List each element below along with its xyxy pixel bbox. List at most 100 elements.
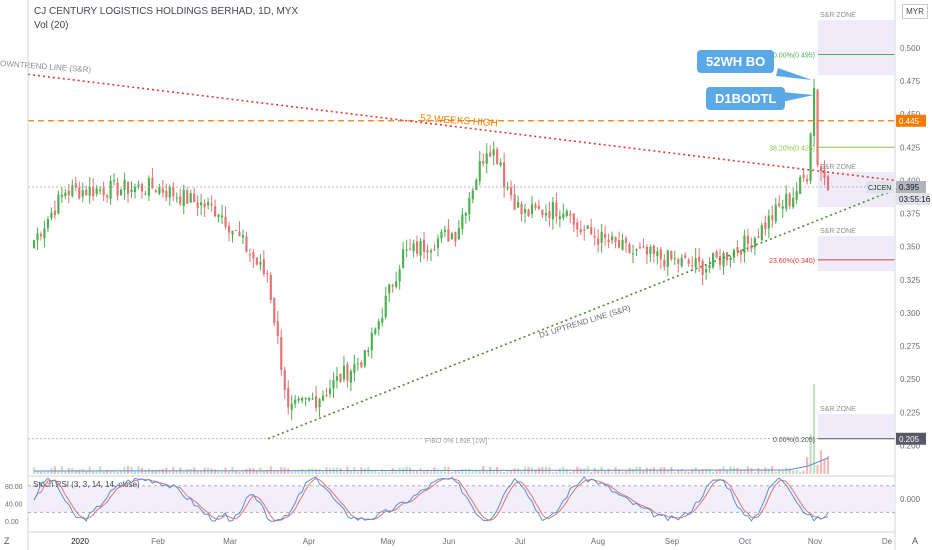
volume-bar [377,471,380,474]
volume-bar [819,450,823,474]
candle-body [78,187,81,199]
candle-body [419,241,422,256]
volume-bar [440,470,443,474]
candle-body [544,213,548,216]
candle-body [318,399,321,408]
volume-bar [391,468,394,474]
downtrend-label: OWNTREND LINE (S&R) [0,59,92,74]
candle-body [670,250,673,260]
volume-bar [506,471,509,474]
volume-bar [133,471,137,474]
candle-body [806,179,809,182]
zoom-toggle-button[interactable]: Z [4,536,10,546]
candle-body [214,206,217,217]
candle-body [165,190,168,198]
candle-body [510,187,513,196]
auto-scale-button[interactable]: A [912,536,918,546]
volume-label: Vol (20) [34,20,69,31]
candle-body [485,153,488,164]
candle-body [471,190,474,200]
candle-body [617,240,621,248]
candle-body [137,184,140,187]
volume-bar [785,467,788,474]
candle-body [109,180,112,199]
candle-body [506,187,509,189]
candle-body [151,178,154,189]
volume-bar [464,469,467,474]
fib-label-3: 0.00%(0.205) [773,437,815,444]
candle-body [447,228,450,242]
candle-body [384,295,387,318]
volume-bar [579,468,582,474]
candle-body [85,189,88,196]
sr-zone-0 [818,20,894,75]
volume-bar [659,467,662,474]
sr-zone-label-2: S&R ZONE [820,228,856,235]
volume-bar [631,468,635,474]
candle-body [523,209,527,214]
stoch-right-tick: 0.000 [900,495,921,504]
candle-body [53,210,56,216]
candle-body [280,337,283,371]
candle-body [395,281,398,287]
uptrend-line [267,188,896,440]
volume-bar [799,471,802,474]
sr-zone-label-3: S&R ZONE [820,406,856,413]
volume-bar [238,471,241,474]
candle-body [252,252,255,259]
candle-body [328,388,332,394]
candle-body [106,195,109,198]
volume-bar [802,470,805,474]
candle-body [677,259,680,264]
candle-body [597,238,600,245]
candle-body [262,259,265,275]
candle-body [412,243,415,252]
volume-bar [604,470,607,474]
volume-bar [318,468,321,474]
volume-bar [816,464,819,474]
volume-bar [621,471,624,474]
price-chart[interactable]: S&R ZONES&R ZONES&R ZONES&R ZONE50.00%(0… [0,0,932,550]
ticker-tag: CJCEN [868,185,891,192]
volume-bar [147,468,151,474]
time-tick-11: De [882,537,893,546]
volume-bar [760,470,763,474]
candle-body [454,231,457,242]
candle-body [635,249,638,251]
volume-bar [687,471,690,474]
bubble-pointer-1 [776,68,812,80]
volume-bar [520,471,523,474]
candle-body [555,202,558,217]
volume-bar [694,467,697,474]
candle-body [325,394,328,396]
candle-body [227,226,231,233]
time-tick-3: Apr [303,537,316,546]
volume-bar [461,469,464,474]
volume-bar [468,468,471,474]
time-tick-9: Oct [739,537,752,546]
candle-body [520,204,523,215]
candle-body [457,227,460,240]
candle-body [140,183,144,192]
volume-bar [736,467,739,474]
candle-body [607,239,610,243]
candle-body [64,192,67,196]
volume-bar [673,471,676,474]
candle-body [123,179,126,190]
price-tick-1: 0.475 [900,77,921,86]
fib-label-0: 50.00%(0.495) [769,53,815,60]
price-tick-10: 0.250 [900,375,921,384]
volume-bar [301,469,304,474]
currency-button[interactable]: MYR [902,4,928,19]
candle-body [492,149,495,156]
candle-body [39,233,43,237]
volume-bar [715,470,718,474]
candle-body [579,229,582,233]
volume-bar [137,466,140,474]
candle-body [652,245,655,255]
candle-body [266,273,269,275]
candle-body [694,258,697,268]
uptrend-label: D1 UPTREND LINE (S&R) [538,303,632,340]
candle-body [342,366,346,380]
candle-body [443,230,447,232]
